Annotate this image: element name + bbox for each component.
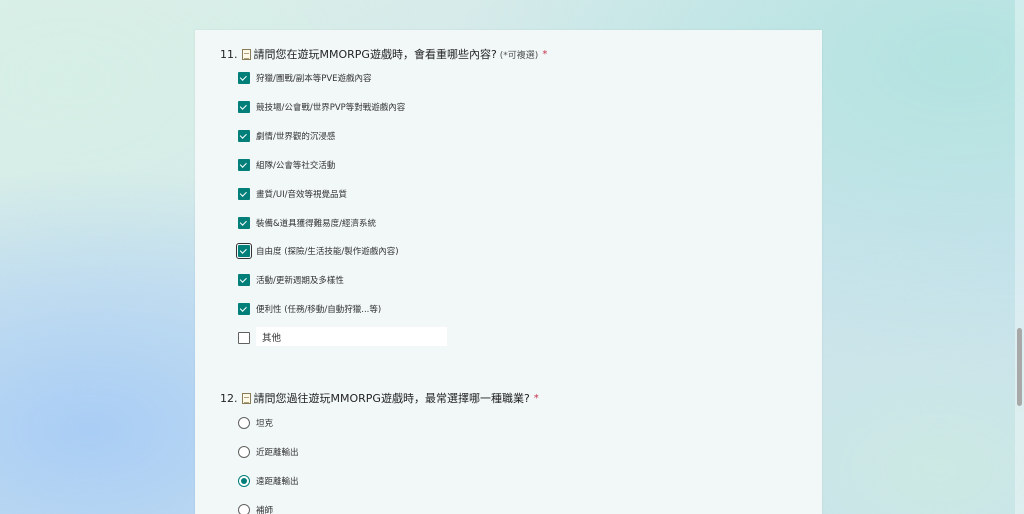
checkbox-option-other[interactable] <box>238 331 250 345</box>
radio-button[interactable] <box>238 475 250 487</box>
checkbox-option[interactable]: 組隊/公會等社交活動 <box>238 158 335 172</box>
check-icon <box>239 102 247 110</box>
check-icon <box>239 160 247 168</box>
check-icon <box>239 218 247 226</box>
checkbox-option[interactable]: 競技場/公會戰/世界PVP等對戰遊戲內容 <box>238 100 405 114</box>
form-card: 11. 請問您在遊玩MMORPG遊戲時，會看重哪些內容? (*可複選) * 狩獵… <box>195 30 822 514</box>
check-icon <box>239 275 247 283</box>
radio-option[interactable]: 近距離輸出 <box>238 445 299 459</box>
question-number: 12. <box>220 391 238 405</box>
checkbox-option[interactable]: 劇情/世界觀的沉浸感 <box>238 129 335 143</box>
radio-option[interactable]: 補師 <box>238 503 273 514</box>
check-icon <box>239 131 247 139</box>
option-label: 補師 <box>256 506 274 514</box>
checkbox[interactable] <box>238 72 250 84</box>
radio-button[interactable] <box>238 504 250 514</box>
option-label: 近距離輸出 <box>256 448 299 458</box>
checkbox[interactable] <box>236 243 252 259</box>
checkbox-option[interactable]: 狩獵/團戰/副本等PVE遊戲內容 <box>238 71 372 85</box>
multi-select-hint: (*可複選) <box>499 50 539 61</box>
check-icon <box>239 246 247 254</box>
radio-option[interactable]: 遠距離輸出 <box>238 474 299 488</box>
radio-button[interactable] <box>238 446 250 458</box>
question-text: 請問您在遊玩MMORPG遊戲時，會看重哪些內容? <box>253 48 497 61</box>
radio-button[interactable] <box>238 417 250 429</box>
option-label: 活動/更新週期及多樣性 <box>256 276 344 286</box>
checkbox[interactable] <box>238 130 250 142</box>
check-icon <box>239 189 247 197</box>
memo-icon <box>241 48 251 60</box>
checkbox[interactable] <box>238 159 250 171</box>
radio-selected-dot <box>241 478 247 484</box>
checkbox-option[interactable]: 畫質/UI/音效等視覺品質 <box>238 187 347 201</box>
required-mark: * <box>533 392 539 404</box>
option-label: 競技場/公會戰/世界PVP等對戰遊戲內容 <box>256 103 406 113</box>
page-scrollbar[interactable] <box>1015 0 1024 514</box>
scrollbar-thumb[interactable] <box>1017 328 1022 406</box>
option-label: 狩獵/團戰/副本等PVE遊戲內容 <box>256 74 372 84</box>
checkbox[interactable] <box>238 274 250 286</box>
checkbox-option[interactable]: 自由度 (探險/生活技能/製作遊戲內容) <box>236 243 399 259</box>
question-12-title: 12. 請問您過往遊玩MMORPG遊戲時，最常選擇哪一種職業? * <box>220 390 539 406</box>
radio-option[interactable]: 坦克 <box>238 416 273 430</box>
checkbox[interactable] <box>238 303 250 315</box>
option-label: 裝備&道具獲得難易度/經濟系統 <box>256 219 376 229</box>
option-label: 自由度 (探險/生活技能/製作遊戲內容) <box>256 247 399 257</box>
question-number: 11. <box>220 47 238 61</box>
check-icon <box>239 73 247 81</box>
checkbox[interactable] <box>238 101 250 113</box>
checkbox[interactable] <box>238 188 250 200</box>
checkbox[interactable] <box>238 332 250 344</box>
option-label: 便利性 (任務/移動/自動狩獵...等) <box>256 305 382 315</box>
checkbox-option[interactable]: 裝備&道具獲得難易度/經濟系統 <box>238 216 376 230</box>
check-icon <box>239 304 247 312</box>
checkbox-option[interactable]: 便利性 (任務/移動/自動狩獵...等) <box>238 302 381 316</box>
memo-icon <box>241 392 251 404</box>
checkbox[interactable] <box>238 217 250 229</box>
option-label: 組隊/公會等社交活動 <box>256 161 336 171</box>
option-label: 畫質/UI/音效等視覺品質 <box>256 190 347 200</box>
option-label: 劇情/世界觀的沉浸感 <box>256 132 336 142</box>
option-label: 遠距離輸出 <box>256 477 299 487</box>
required-mark: * <box>542 48 548 60</box>
question-11-title: 11. 請問您在遊玩MMORPG遊戲時，會看重哪些內容? (*可複選) * <box>220 46 547 62</box>
option-label: 坦克 <box>256 419 274 429</box>
question-text: 請問您過往遊玩MMORPG遊戲時，最常選擇哪一種職業? <box>253 392 530 405</box>
other-text-input[interactable]: 其他 <box>256 327 447 346</box>
checkbox-option[interactable]: 活動/更新週期及多樣性 <box>238 273 344 287</box>
